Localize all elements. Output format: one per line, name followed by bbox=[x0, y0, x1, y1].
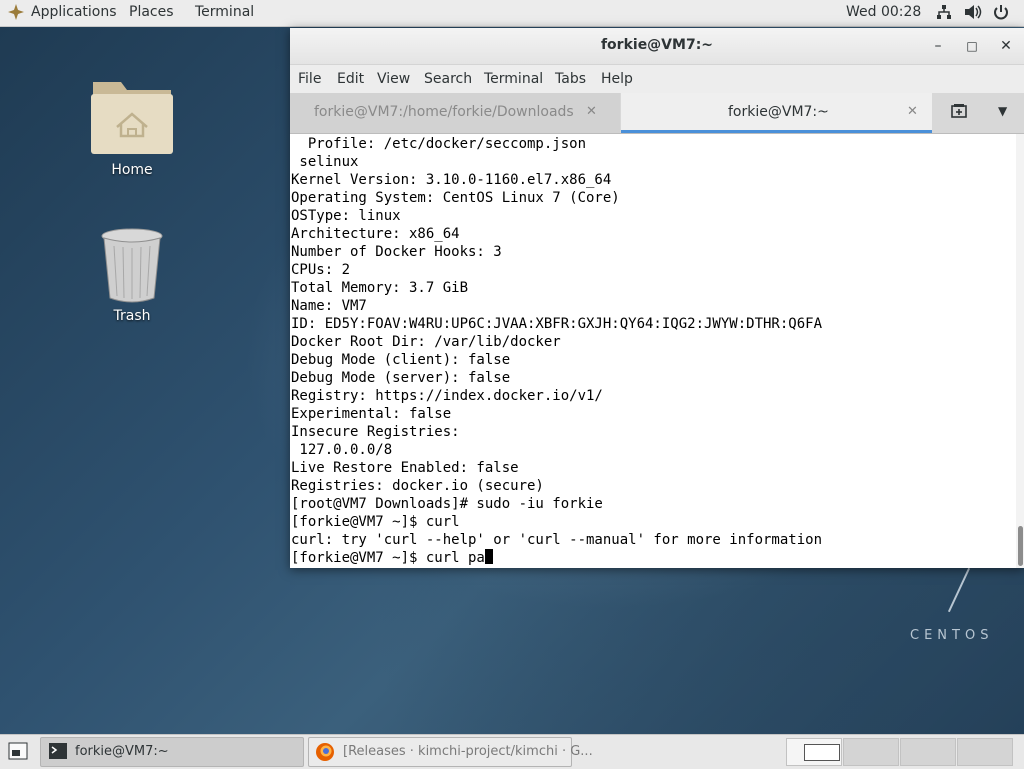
workspace-3[interactable] bbox=[900, 738, 956, 766]
firefox-icon bbox=[316, 743, 334, 761]
terminal-line: Insecure Registries: bbox=[291, 424, 460, 440]
workspace-1[interactable] bbox=[786, 738, 842, 766]
terminal-icon bbox=[49, 743, 67, 759]
terminal-line: Operating System: CentOS Linux 7 (Core) bbox=[291, 190, 620, 206]
top-panel: Applications Places Terminal Wed 00:28 bbox=[0, 0, 1024, 27]
menu-view[interactable]: View bbox=[377, 71, 410, 87]
menu-file[interactable]: File bbox=[298, 71, 321, 87]
terminal-line: Kernel Version: 3.10.0-1160.el7.x86_64 bbox=[291, 172, 612, 188]
taskbar-item-firefox[interactable]: [Releases · kimchi-project/kimchi · G... bbox=[308, 737, 593, 767]
scrollbar-thumb[interactable] bbox=[1018, 526, 1023, 566]
workspace-window-preview bbox=[804, 744, 840, 761]
menu-help[interactable]: Help bbox=[601, 71, 633, 87]
terminal-line: Total Memory: 3.7 GiB bbox=[291, 280, 469, 296]
terminal-line: OSType: linux bbox=[291, 208, 401, 224]
applications-icon[interactable] bbox=[8, 4, 24, 22]
centos-branding: CENTOS bbox=[910, 628, 994, 643]
desktop-icon-trash[interactable]: Trash bbox=[77, 228, 187, 324]
terminal-line: curl: try 'curl --help' or 'curl --manua… bbox=[291, 532, 823, 548]
menu-tabs[interactable]: Tabs bbox=[555, 71, 586, 87]
power-icon[interactable] bbox=[993, 4, 1009, 24]
terminal-line: CPUs: 2 bbox=[291, 262, 351, 278]
terminal-line: Number of Docker Hooks: 3 bbox=[291, 244, 502, 260]
close-button[interactable]: ✕ bbox=[996, 36, 1016, 56]
close-tab-icon[interactable]: ✕ bbox=[586, 104, 597, 119]
taskbar-item-terminal[interactable]: forkie@VM7:~ bbox=[40, 737, 304, 767]
terminal-line: Registry: https://index.docker.io/v1/ bbox=[291, 388, 603, 404]
desktop-icon-label: Trash bbox=[113, 308, 151, 324]
volume-icon[interactable] bbox=[964, 4, 982, 24]
menu-edit[interactable]: Edit bbox=[337, 71, 364, 87]
taskbar-item-label: [Releases · kimchi-project/kimchi · G... bbox=[343, 744, 593, 759]
trash-icon bbox=[101, 228, 163, 303]
window-title: forkie@VM7:~ bbox=[600, 37, 714, 53]
terminal-line: Docker Root Dir: /var/lib/docker bbox=[291, 334, 561, 350]
tab-home[interactable]: forkie@VM7:~ ✕ bbox=[621, 93, 932, 133]
terminal-line: Debug Mode (client): false bbox=[291, 352, 511, 368]
tab-label: forkie@VM7:/home/forkie/Downloads bbox=[314, 104, 574, 120]
minimize-button[interactable]: – bbox=[928, 36, 948, 56]
menu-search[interactable]: Search bbox=[424, 71, 472, 87]
menu-terminal[interactable]: Terminal bbox=[484, 71, 543, 87]
terminal-line: Profile: /etc/docker/seccomp.json bbox=[291, 136, 587, 152]
terminal-line: 127.0.0.0/8 bbox=[291, 442, 393, 458]
tab-label: forkie@VM7:~ bbox=[728, 104, 829, 120]
terminal-line: Experimental: false bbox=[291, 406, 452, 422]
terminal-line: [root@VM7 Downloads]# sudo -iu forkie bbox=[291, 496, 603, 512]
workspace-2[interactable] bbox=[843, 738, 899, 766]
desktop-icon-home[interactable]: Home bbox=[77, 72, 187, 178]
terminal-line: ID: ED5Y:FOAV:W4RU:UP6C:JVAA:XBFR:GXJH:Q… bbox=[291, 316, 823, 332]
show-desktop-icon[interactable] bbox=[8, 742, 28, 764]
terminal-line: selinux bbox=[291, 154, 359, 170]
terminal-line: Architecture: x86_64 bbox=[291, 226, 460, 242]
terminal-line: Registries: docker.io (secure) bbox=[291, 478, 544, 494]
window-titlebar[interactable]: forkie@VM7:~ – □ ✕ bbox=[290, 28, 1024, 65]
terminal-line: Name: VM7 bbox=[291, 298, 367, 314]
bottom-panel: forkie@VM7:~ [Releases · kimchi-project/… bbox=[0, 734, 1024, 769]
terminal-line: Debug Mode (server): false bbox=[291, 370, 511, 386]
taskbar-item-label: forkie@VM7:~ bbox=[75, 744, 169, 759]
applications-menu[interactable]: Applications bbox=[31, 4, 117, 20]
places-menu[interactable]: Places bbox=[129, 4, 174, 20]
clock[interactable]: Wed 00:28 bbox=[846, 4, 921, 20]
network-icon[interactable] bbox=[936, 4, 952, 24]
tab-downloads[interactable]: forkie@VM7:/home/forkie/Downloads ✕ bbox=[290, 93, 620, 133]
desktop-icon-label: Home bbox=[111, 162, 153, 178]
menu-bar: File Edit View Search Terminal Tabs Help bbox=[290, 65, 1024, 93]
new-tab-icon[interactable] bbox=[950, 103, 968, 123]
scrollbar[interactable] bbox=[1016, 134, 1024, 568]
terminal-window[interactable]: forkie@VM7:~ – □ ✕ File Edit View Search… bbox=[290, 28, 1024, 568]
terminal-app-menu[interactable]: Terminal bbox=[195, 4, 254, 20]
centos-logo-mark bbox=[947, 567, 971, 613]
terminal-output[interactable]: Profile: /etc/docker/seccomp.json selinu… bbox=[290, 134, 1016, 568]
home-folder-icon bbox=[91, 82, 173, 154]
terminal-line: [forkie@VM7 ~]$ curl bbox=[291, 514, 460, 530]
close-tab-icon[interactable]: ✕ bbox=[907, 104, 918, 119]
chevron-down-icon[interactable]: ▼ bbox=[998, 104, 1007, 118]
maximize-button[interactable]: □ bbox=[962, 36, 982, 56]
terminal-line: Live Restore Enabled: false bbox=[291, 460, 519, 476]
terminal-text: Profile: /etc/docker/seccomp.json selinu… bbox=[290, 134, 1016, 567]
text-cursor bbox=[484, 549, 493, 564]
workspace-4[interactable] bbox=[957, 738, 1013, 766]
tab-bar: forkie@VM7:/home/forkie/Downloads ✕ fork… bbox=[290, 93, 1024, 134]
prompt-line: [forkie@VM7 ~]$ curl pa bbox=[291, 550, 485, 566]
